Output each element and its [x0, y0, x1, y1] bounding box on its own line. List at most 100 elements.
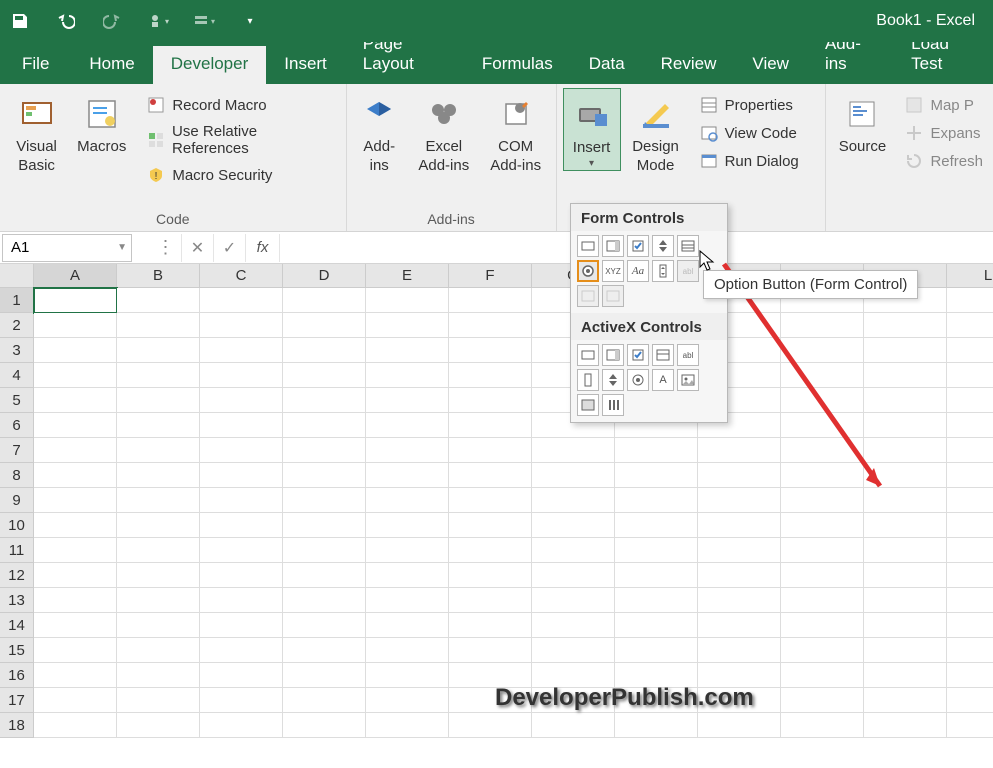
cell[interactable] [200, 563, 283, 588]
tab-view[interactable]: View [734, 46, 807, 84]
cell[interactable] [283, 488, 366, 513]
cell[interactable] [283, 713, 366, 738]
cell[interactable] [117, 338, 200, 363]
cell[interactable] [200, 388, 283, 413]
row-header[interactable]: 10 [0, 513, 34, 538]
row-header[interactable]: 12 [0, 563, 34, 588]
cell[interactable] [864, 513, 947, 538]
tab-home[interactable]: Home [71, 46, 152, 84]
cell[interactable] [283, 313, 366, 338]
cell[interactable] [532, 488, 615, 513]
cell[interactable] [532, 638, 615, 663]
use-relative-references-button[interactable]: Use Relative References [142, 120, 339, 160]
row-header[interactable]: 18 [0, 713, 34, 738]
cell[interactable] [615, 488, 698, 513]
cell[interactable] [200, 588, 283, 613]
cell[interactable] [947, 413, 993, 438]
cell[interactable] [864, 663, 947, 688]
cell[interactable] [34, 288, 117, 313]
cell[interactable] [698, 588, 781, 613]
cell[interactable] [698, 463, 781, 488]
row-header[interactable]: 6 [0, 413, 34, 438]
cell[interactable] [117, 638, 200, 663]
cell[interactable] [366, 288, 449, 313]
cell[interactable] [117, 313, 200, 338]
cell[interactable] [698, 438, 781, 463]
qat-btn-4-icon[interactable]: ▾ [192, 9, 216, 33]
com-addins-button[interactable]: COM Add-ins [482, 88, 550, 176]
cell[interactable] [200, 413, 283, 438]
cell[interactable] [947, 713, 993, 738]
cell[interactable] [449, 513, 532, 538]
cell[interactable] [781, 338, 864, 363]
cell[interactable] [117, 613, 200, 638]
cell[interactable] [947, 338, 993, 363]
cell[interactable] [864, 688, 947, 713]
cell[interactable] [117, 513, 200, 538]
cell[interactable] [947, 688, 993, 713]
cell[interactable] [615, 613, 698, 638]
cell[interactable] [449, 488, 532, 513]
cell[interactable] [366, 613, 449, 638]
cell[interactable] [34, 713, 117, 738]
cell[interactable] [200, 538, 283, 563]
cell[interactable] [449, 388, 532, 413]
insert-function-button[interactable]: fx [246, 234, 280, 262]
cell[interactable] [117, 563, 200, 588]
cell[interactable] [117, 538, 200, 563]
cell[interactable] [200, 363, 283, 388]
col-header[interactable]: B [117, 264, 200, 288]
cell[interactable] [117, 713, 200, 738]
cell[interactable] [449, 463, 532, 488]
cell[interactable] [781, 563, 864, 588]
cell[interactable] [698, 563, 781, 588]
cell[interactable] [449, 288, 532, 313]
map-properties-button[interactable]: Map P [900, 92, 987, 118]
name-box[interactable]: A1 ▼ [2, 234, 132, 262]
cell[interactable] [117, 363, 200, 388]
cell[interactable] [698, 638, 781, 663]
cell[interactable] [366, 338, 449, 363]
cell[interactable] [947, 463, 993, 488]
cell[interactable] [34, 588, 117, 613]
cell[interactable] [864, 613, 947, 638]
formula-bar-expand-icon[interactable]: ⋮ [150, 234, 182, 262]
cell[interactable] [283, 638, 366, 663]
cell[interactable] [449, 313, 532, 338]
cell[interactable] [781, 513, 864, 538]
visual-basic-button[interactable]: Visual Basic [6, 88, 67, 176]
row-header[interactable]: 3 [0, 338, 34, 363]
row-header[interactable]: 16 [0, 663, 34, 688]
cell[interactable] [283, 563, 366, 588]
cell[interactable] [947, 663, 993, 688]
chevron-down-icon[interactable]: ▼ [117, 242, 127, 253]
cell[interactable] [117, 288, 200, 313]
cell[interactable] [117, 663, 200, 688]
cell[interactable] [615, 463, 698, 488]
row-header[interactable]: 5 [0, 388, 34, 413]
cell[interactable] [366, 388, 449, 413]
cell[interactable] [864, 338, 947, 363]
col-header[interactable]: E [366, 264, 449, 288]
cell[interactable] [615, 538, 698, 563]
cell[interactable] [449, 363, 532, 388]
customize-qat-icon[interactable]: ▾ [238, 9, 262, 33]
cell[interactable] [781, 688, 864, 713]
ax-text-box-icon[interactable]: abl [677, 344, 699, 366]
cell[interactable] [34, 538, 117, 563]
cell[interactable] [34, 313, 117, 338]
cell[interactable] [781, 713, 864, 738]
cell[interactable] [864, 488, 947, 513]
cell[interactable] [366, 588, 449, 613]
cell[interactable] [366, 363, 449, 388]
cell[interactable] [366, 488, 449, 513]
row-header[interactable]: 2 [0, 313, 34, 338]
cell[interactable] [864, 438, 947, 463]
cell[interactable] [34, 638, 117, 663]
cell[interactable] [615, 438, 698, 463]
cell[interactable] [34, 363, 117, 388]
refresh-data-button[interactable]: Refresh [900, 148, 987, 174]
cell[interactable] [781, 488, 864, 513]
tab-formulas[interactable]: Formulas [464, 46, 571, 84]
cell[interactable] [283, 513, 366, 538]
